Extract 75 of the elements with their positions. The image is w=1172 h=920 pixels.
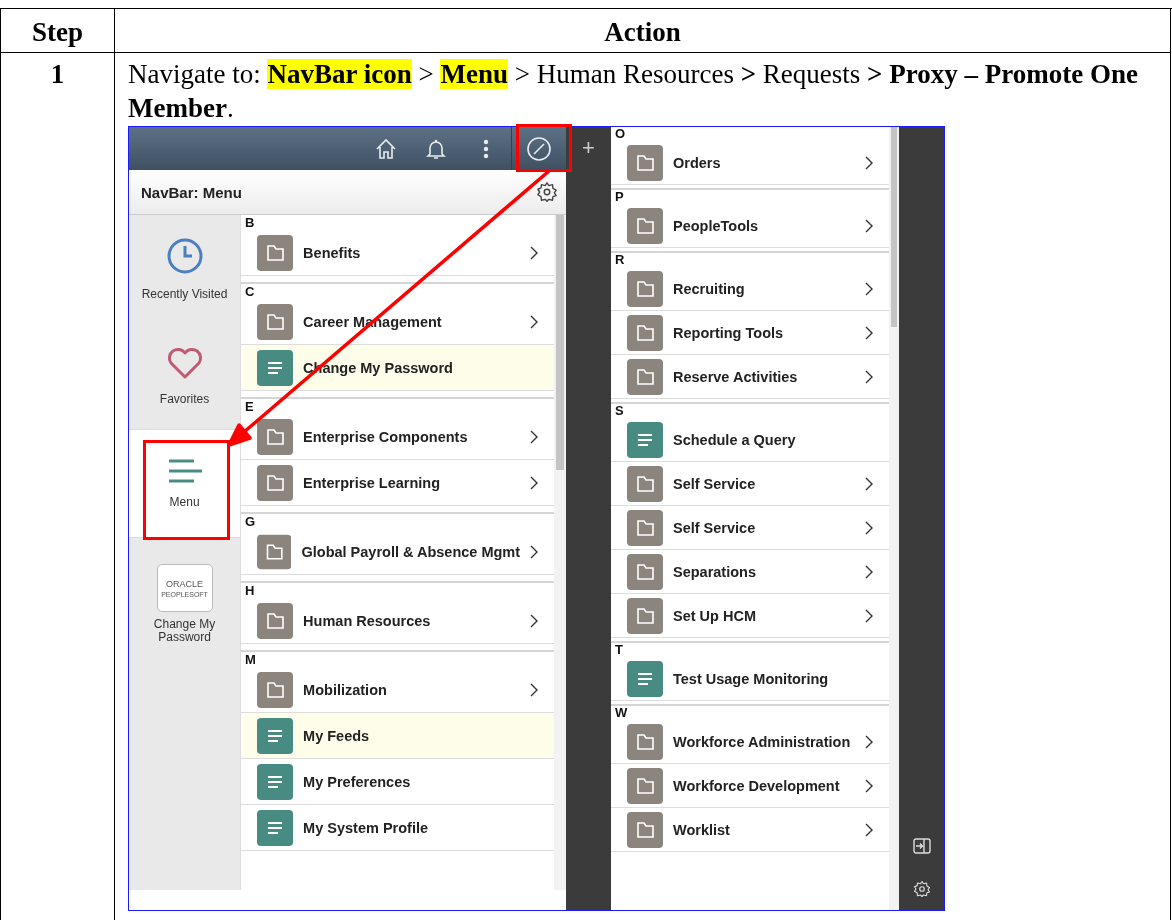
folder-icon bbox=[257, 602, 294, 639]
folder-icon bbox=[257, 533, 292, 570]
group-letter: E bbox=[244, 399, 255, 414]
folder-icon bbox=[257, 671, 294, 708]
chevron-icon bbox=[865, 520, 873, 535]
folder-icon bbox=[627, 723, 663, 760]
folder-icon bbox=[257, 418, 294, 455]
folder-icon bbox=[627, 509, 663, 546]
chevron-icon bbox=[530, 613, 539, 628]
group-letter: T bbox=[614, 643, 624, 657]
folder-icon bbox=[627, 811, 663, 848]
group-letter: C bbox=[244, 284, 256, 299]
panel-title: NavBar: Menu bbox=[141, 183, 242, 201]
chevron-icon bbox=[865, 218, 873, 233]
chevron-icon bbox=[865, 822, 873, 837]
compass-icon[interactable] bbox=[526, 135, 552, 162]
folder-icon bbox=[627, 207, 663, 244]
column-header: Action bbox=[115, 9, 1171, 53]
scrollbar[interactable] bbox=[554, 215, 566, 890]
chevron-icon bbox=[865, 734, 873, 749]
folder-icon bbox=[627, 358, 663, 395]
group-letter: H bbox=[244, 583, 256, 598]
chevron-icon bbox=[530, 682, 539, 697]
sidebar-item[interactable]: Menu bbox=[129, 429, 241, 538]
menu-icon bbox=[166, 458, 203, 484]
folder-icon bbox=[257, 234, 294, 271]
chevron-icon bbox=[530, 475, 539, 490]
folder-icon bbox=[627, 314, 663, 351]
chevron-icon bbox=[865, 476, 873, 491]
logo-text: ORACLE bbox=[166, 578, 204, 589]
chevron-icon bbox=[865, 778, 873, 793]
chevron-icon bbox=[530, 245, 539, 260]
group-letter: B bbox=[244, 215, 256, 230]
chevron-icon bbox=[865, 369, 873, 384]
group-letter: G bbox=[244, 514, 257, 529]
step-number: 1 bbox=[50, 58, 65, 91]
group-letter: M bbox=[244, 652, 257, 667]
chevron-icon bbox=[865, 608, 873, 623]
group-letter: O bbox=[614, 127, 627, 141]
folder-icon bbox=[257, 303, 294, 340]
folder-icon bbox=[627, 270, 663, 307]
list-icon bbox=[627, 421, 663, 458]
arrow-box-icon[interactable] bbox=[912, 838, 931, 854]
chevron-icon bbox=[865, 564, 873, 579]
add-tab-button[interactable]: + bbox=[582, 135, 595, 161]
folder-icon bbox=[257, 464, 294, 501]
highlight-box bbox=[516, 124, 572, 172]
nav-entry[interactable]: My Feeds bbox=[241, 713, 555, 759]
list-icon bbox=[257, 763, 294, 800]
scrollbar[interactable] bbox=[889, 127, 899, 910]
list-icon bbox=[257, 809, 294, 846]
chevron-icon bbox=[530, 314, 539, 329]
chevron-icon bbox=[530, 429, 539, 444]
list-icon bbox=[627, 660, 663, 697]
group-letter: P bbox=[614, 190, 625, 204]
sidebar-item[interactable]: Recently Visited bbox=[129, 215, 241, 322]
folder-icon bbox=[627, 465, 663, 502]
group-letter: S bbox=[614, 404, 625, 418]
column-header: Step bbox=[1, 9, 115, 53]
chevron-icon bbox=[530, 544, 539, 559]
chevron-icon bbox=[865, 155, 873, 170]
settings-icon[interactable] bbox=[536, 181, 558, 203]
list-icon bbox=[257, 349, 294, 386]
folder-icon bbox=[627, 767, 663, 804]
chevron-icon bbox=[865, 281, 873, 296]
folder-icon bbox=[627, 553, 663, 590]
folder-icon bbox=[627, 144, 663, 181]
instruction-text: Navigate to: NavBar icon > Menu > Human Resources > Requests > Proxy – Promote One Member. bbox=[128, 58, 1139, 125]
list-icon bbox=[257, 717, 294, 754]
chevron-icon bbox=[865, 325, 873, 340]
group-letter: R bbox=[614, 253, 626, 267]
folder-icon bbox=[627, 597, 663, 634]
home-icon[interactable] bbox=[374, 136, 398, 161]
sidebar-item[interactable]: Favorites bbox=[129, 322, 241, 429]
group-letter: W bbox=[614, 706, 629, 720]
